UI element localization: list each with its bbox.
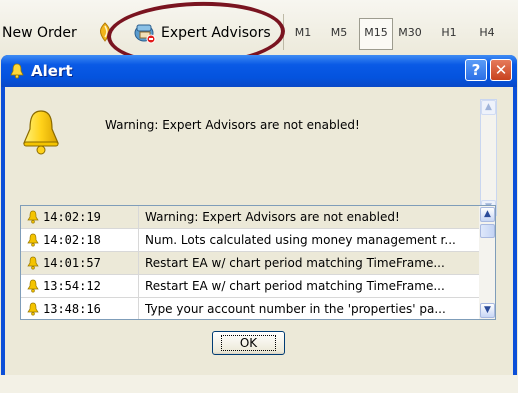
log-message: Restart EA w/ chart period matching Time…: [145, 256, 445, 270]
timeframe-m1[interactable]: M1: [290, 18, 316, 48]
scroll-up-icon[interactable]: ▲: [481, 100, 496, 115]
new-order-label: New Order: [2, 25, 77, 41]
log-time: 14:01:57: [43, 256, 101, 270]
ok-button[interactable]: OK: [212, 331, 285, 355]
log-time: 13:54:12: [43, 279, 101, 293]
close-icon: ✕: [494, 61, 508, 79]
alert-dialog: Alert ? ✕ Warning: Expert Advisors are n…: [1, 55, 517, 375]
dialog-titlebar[interactable]: Alert ? ✕: [1, 55, 517, 87]
alert-bell-icon: [23, 110, 59, 155]
log-message: Restart EA w/ chart period matching Time…: [145, 279, 445, 293]
timeframe-m5[interactable]: M5: [326, 18, 352, 48]
close-button[interactable]: ✕: [490, 59, 512, 81]
message-scrollbar[interactable]: ▲ ▼: [480, 99, 497, 216]
help-button[interactable]: ?: [465, 59, 487, 81]
log-time: 13:48:16: [43, 302, 101, 316]
new-order-button[interactable]: New Order: [2, 18, 77, 48]
scroll-thumb[interactable]: [480, 224, 495, 238]
column-divider: [138, 275, 139, 297]
terminal-statusbar: [0, 375, 518, 393]
column-divider: [138, 206, 139, 228]
dialog-title: Alert: [31, 62, 73, 80]
scroll-up-icon[interactable]: ▲: [480, 207, 495, 222]
bell-icon: [27, 233, 39, 247]
bell-icon: [27, 256, 39, 270]
alert-log-list[interactable]: 14:02:19 Warning: Expert Advisors are no…: [20, 205, 496, 320]
column-divider: [138, 229, 139, 251]
log-row[interactable]: 14:02:18 Num. Lots calculated using mone…: [21, 229, 479, 252]
log-time: 14:02:19: [43, 210, 101, 224]
ok-label: OK: [220, 335, 277, 351]
timeframe-m30[interactable]: M30: [393, 18, 427, 48]
timeframe-h1[interactable]: H1: [437, 18, 461, 48]
log-time: 14:02:18: [43, 233, 101, 247]
bell-icon: [10, 63, 24, 79]
log-message: Type your account number in the 'propert…: [145, 302, 446, 316]
dialog-body: Warning: Expert Advisors are not enabled…: [5, 87, 513, 375]
column-divider: [138, 252, 139, 274]
bell-icon: [27, 302, 39, 316]
log-row[interactable]: 13:48:16 Type your account number in the…: [21, 298, 479, 319]
scroll-down-icon[interactable]: ▼: [480, 303, 495, 318]
log-row[interactable]: 13:54:12 Restart EA w/ chart period matc…: [21, 275, 479, 298]
log-message: Num. Lots calculated using money managem…: [145, 233, 456, 247]
log-message: Warning: Expert Advisors are not enabled…: [145, 210, 400, 224]
log-scrollbar[interactable]: ▲ ▼: [479, 206, 495, 319]
log-row[interactable]: 14:02:19 Warning: Expert Advisors are no…: [21, 206, 479, 229]
log-row[interactable]: 14:01:57 Restart EA w/ chart period matc…: [21, 252, 479, 275]
bell-icon: [27, 279, 39, 293]
terminal-toolbar: New Order Expert Advisors M1 M5 M15 M30 …: [0, 0, 518, 70]
timeframe-h4[interactable]: H4: [474, 18, 500, 48]
help-icon: ?: [471, 61, 481, 79]
bell-icon: [27, 210, 39, 224]
alert-message: Warning: Expert Advisors are not enabled…: [105, 118, 360, 132]
timeframe-m15[interactable]: M15: [359, 18, 393, 50]
column-divider: [138, 298, 139, 319]
